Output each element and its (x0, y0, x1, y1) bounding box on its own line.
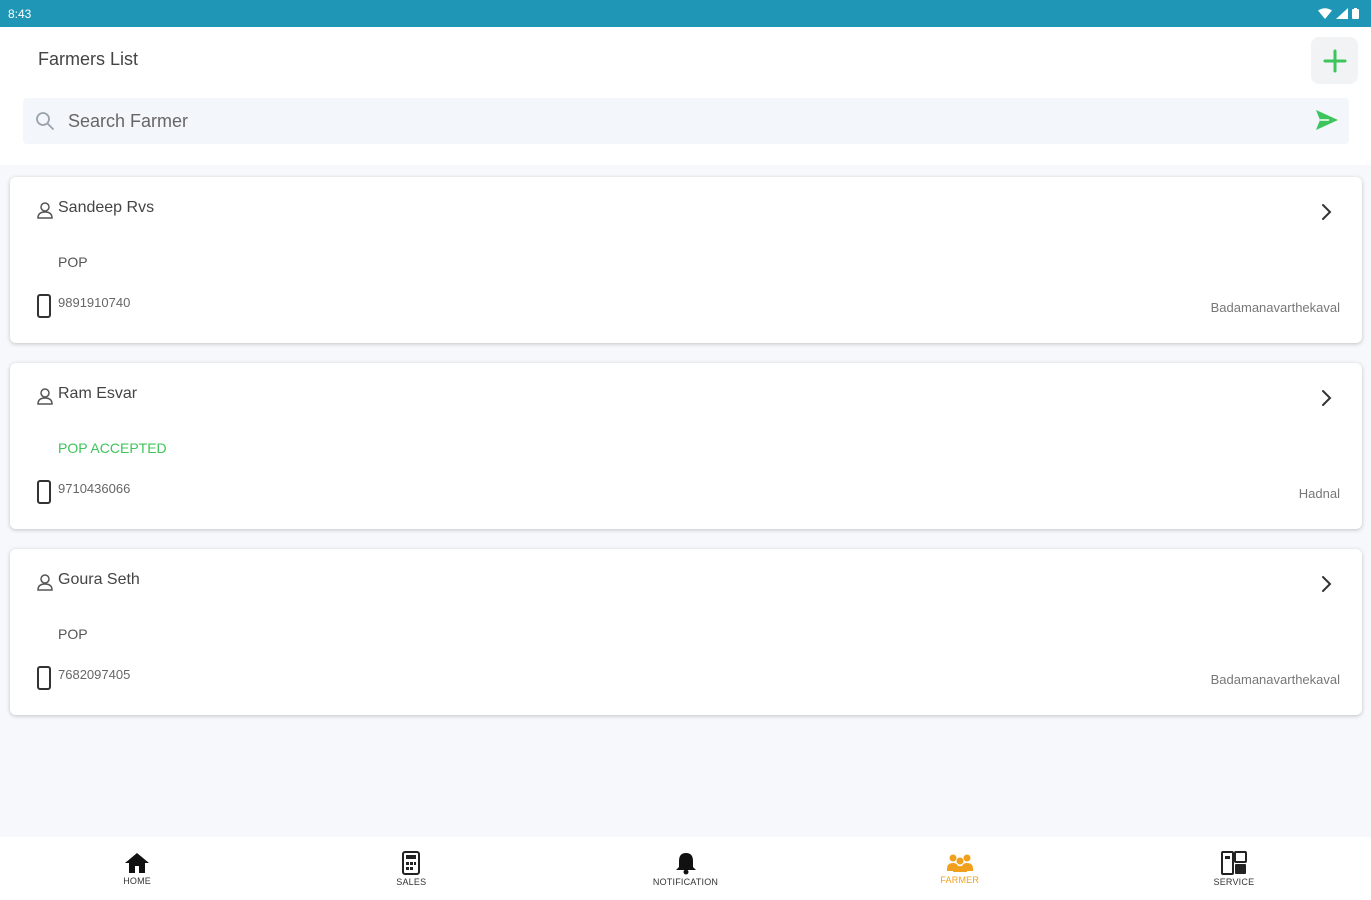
nav-label: SERVICE (1213, 876, 1255, 887)
nav-item-home[interactable]: HOME (0, 837, 274, 900)
plus-icon (1323, 49, 1346, 72)
wifi-icon (1318, 8, 1332, 19)
status-icons (1318, 8, 1359, 19)
farmer-name: Ram Esvar (58, 385, 138, 402)
service-icon (1220, 850, 1247, 875)
chevron-right-icon[interactable] (1320, 575, 1332, 593)
farmer-status: POP (58, 254, 88, 270)
person-icon (37, 574, 53, 591)
farmer-card[interactable]: Ram Esvar POP ACCEPTED 9710436066 Hadnal (10, 363, 1362, 529)
nav-label: HOME (123, 875, 151, 886)
header: Farmers List (0, 27, 1371, 165)
chevron-right-icon[interactable] (1320, 203, 1332, 221)
farmer-status: POP ACCEPTED (58, 440, 167, 456)
farmer-phone: 9710436066 (58, 481, 131, 496)
person-icon (37, 388, 53, 405)
farmer-name: Sandeep Rvs (58, 199, 155, 216)
page-title: Farmers List (38, 49, 139, 69)
search-input[interactable] (68, 98, 1298, 144)
bottom-nav: HOME SALES NOTIFICATION FARMER SERVICE (0, 837, 1371, 900)
battery-icon (1352, 8, 1359, 19)
signal-icon (1336, 8, 1348, 19)
farmer-location: Badamanavarthekaval (1210, 672, 1340, 687)
sales-icon (402, 850, 421, 875)
nav-item-notification[interactable]: NOTIFICATION (548, 837, 822, 900)
nav-item-sales[interactable]: SALES (274, 837, 548, 900)
farmer-name: Goura Seth (58, 571, 140, 588)
bell-icon (675, 852, 696, 874)
nav-item-farmer[interactable]: FARMER (823, 837, 1097, 900)
phone-icon (37, 294, 51, 318)
chevron-right-icon[interactable] (1320, 389, 1332, 407)
search-icon (36, 112, 54, 130)
farmer-phone: 9891910740 (58, 295, 131, 310)
farmer-phone: 7682097405 (58, 667, 131, 682)
home-icon (125, 852, 150, 873)
farmer-location: Badamanavarthekaval (1210, 300, 1340, 315)
send-icon[interactable] (1315, 109, 1339, 131)
phone-icon (37, 480, 51, 504)
nav-label: FARMER (940, 874, 980, 885)
farmer-card[interactable]: Sandeep Rvs POP 9891910740 Badamanavarth… (10, 177, 1362, 343)
farmer-location: Hadnal (1298, 486, 1340, 501)
nav-item-service[interactable]: SERVICE (1097, 837, 1371, 900)
search-bar (23, 98, 1349, 144)
nav-label: SALES (396, 876, 427, 887)
farmer-status: POP (58, 626, 88, 642)
add-farmer-button[interactable] (1311, 37, 1358, 84)
person-icon (37, 202, 53, 219)
farmer-icon (946, 854, 973, 872)
nav-label: NOTIFICATION (652, 876, 719, 887)
status-bar: 8:43 (0, 0, 1371, 27)
status-time: 8:43 (8, 6, 32, 21)
phone-icon (37, 666, 51, 690)
farmer-card[interactable]: Goura Seth POP 7682097405 Badamanavarthe… (10, 549, 1362, 715)
